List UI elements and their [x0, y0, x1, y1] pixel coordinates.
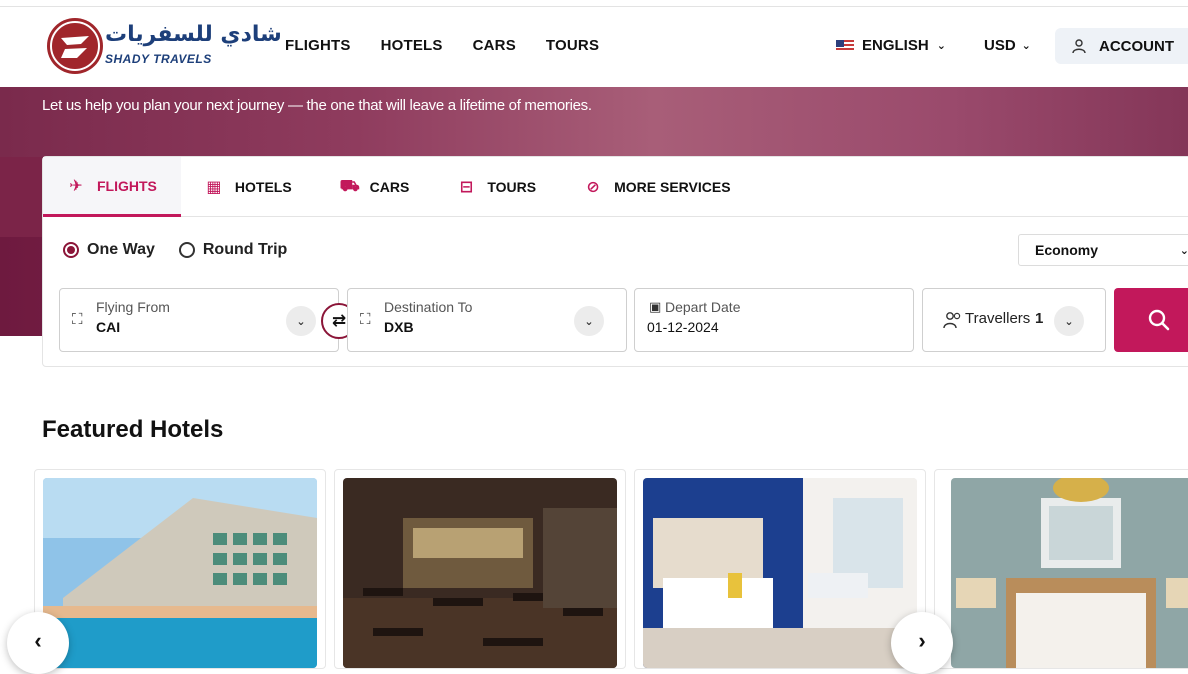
car-icon: ⛟ [339, 178, 360, 195]
flying-from-label: Flying From [96, 299, 170, 315]
flying-from-field[interactable]: ⛶ Flying From CAI ⌄ [59, 288, 339, 352]
tab-more-services[interactable]: ⊘ MORE SERVICES [560, 157, 754, 217]
chevron-left-icon: ‹ [34, 628, 42, 653]
chevron-down-icon: ⌄ [1021, 40, 1031, 52]
travellers-label: Travellers [965, 310, 1031, 327]
flying-from-value: CAI [96, 319, 121, 335]
language-selector[interactable]: ENGLISH ⌄ [836, 37, 946, 54]
landing-icon: ⛶ [360, 311, 371, 328]
bus-icon: ⊟ [459, 179, 474, 196]
brand-logo[interactable]: شادي للسفريات SHADY TRAVELS [47, 18, 282, 76]
compass-icon: ⊘ [586, 179, 600, 196]
hotel-image [43, 478, 317, 668]
featured-hotels-heading: Featured Hotels [42, 416, 224, 443]
search-panel: ✈ FLIGHTS ▦ HOTELS ⛟ CARS ⊟ TOURS ⊘ MORE… [42, 156, 1188, 367]
nav-item-tours[interactable]: TOURS [546, 37, 599, 54]
hero-tagline: Let us help you plan your next journey —… [42, 97, 592, 114]
radio-unchecked-icon [178, 242, 195, 258]
chevron-down-icon[interactable]: ⌄ [1054, 306, 1084, 336]
tab-flights[interactable]: ✈ FLIGHTS [43, 157, 181, 217]
depart-date-field[interactable]: ▣ Depart Date 01-12-2024 [634, 288, 914, 352]
radio-label: One Way [87, 241, 155, 258]
tab-hotels[interactable]: ▦ HOTELS [181, 157, 316, 217]
language-label: ENGLISH [862, 37, 929, 54]
user-icon [1072, 39, 1086, 54]
tab-cars[interactable]: ⛟ CARS [316, 157, 434, 217]
takeoff-icon: ⛶ [72, 311, 83, 328]
hotel-image [643, 478, 917, 668]
tab-label: CARS [369, 179, 410, 195]
users-icon [943, 312, 961, 329]
chevron-down-icon[interactable]: ⌄ [574, 306, 604, 336]
nav-item-hotels[interactable]: HOTELS [381, 37, 443, 54]
hotel-card[interactable] [934, 469, 1188, 669]
site-header: شادي للسفريات SHADY TRAVELS FLIGHTS HOTE… [0, 7, 1188, 87]
depart-date-value: 01-12-2024 [647, 319, 719, 335]
radio-round-trip[interactable]: Round Trip [178, 241, 288, 259]
hero-image-strip [0, 157, 42, 237]
search-icon [1148, 309, 1170, 331]
chevron-down-icon[interactable]: ⌄ [286, 306, 316, 336]
destination-value: DXB [384, 319, 414, 335]
tab-label: TOURS [487, 179, 537, 195]
hotel-card[interactable] [334, 469, 626, 669]
hotel-image [343, 478, 617, 668]
us-flag-icon [836, 39, 854, 52]
tab-label: MORE SERVICES [614, 179, 731, 195]
building-icon: ▦ [206, 179, 222, 196]
radio-one-way[interactable]: One Way [63, 241, 155, 259]
travellers-count: 1 [1035, 310, 1044, 327]
brand-name-arabic: شادي للسفريات [105, 22, 282, 47]
chevron-right-icon: › [918, 628, 926, 653]
cabin-class-value: Economy [1035, 242, 1099, 258]
main-nav: FLIGHTS HOTELS CARS TOURS [285, 37, 599, 54]
depart-date-label: Depart Date [665, 299, 741, 315]
carousel-next-button[interactable]: › [891, 612, 953, 674]
tab-label: FLIGHTS [97, 177, 157, 194]
destination-field[interactable]: ⛶ Destination To DXB ⌄ [347, 288, 627, 352]
nav-item-flights[interactable]: FLIGHTS [285, 37, 351, 54]
travellers-field[interactable]: Travellers 1 ⌄ [922, 288, 1106, 352]
carousel-prev-button[interactable]: ‹ [7, 612, 69, 674]
hotel-card[interactable] [34, 469, 326, 669]
search-button[interactable] [1114, 288, 1188, 352]
brand-name-latin: SHADY TRAVELS [105, 52, 212, 66]
plane-icon: ✈ [69, 177, 83, 195]
currency-selector[interactable]: USD ⌄ [984, 37, 1031, 54]
radio-label: Round Trip [202, 241, 288, 258]
tab-label: HOTELS [234, 179, 292, 195]
radio-checked-icon [63, 242, 79, 258]
tab-tours[interactable]: ⊟ TOURS [433, 157, 560, 217]
hotel-image [951, 478, 1188, 668]
cabin-class-select[interactable]: Economy ⌄ [1018, 234, 1188, 266]
search-tabs: ✈ FLIGHTS ▦ HOTELS ⛟ CARS ⊟ TOURS ⊘ MORE… [43, 157, 1188, 217]
hotel-card[interactable] [634, 469, 926, 669]
account-label: ACCOUNT [1099, 37, 1174, 55]
chevron-down-icon: ⌄ [936, 40, 946, 52]
logo-mark-icon [47, 18, 103, 74]
top-border [0, 0, 1188, 7]
nav-item-cars[interactable]: CARS [473, 37, 516, 54]
chevron-down-icon: ⌄ [1179, 244, 1188, 257]
account-button[interactable]: ACCOUNT [1055, 28, 1188, 64]
currency-label: USD [984, 37, 1016, 54]
calendar-icon: ▣ [649, 299, 662, 314]
destination-label: Destination To [384, 299, 473, 315]
trip-type-group: One Way Round Trip [63, 241, 287, 259]
